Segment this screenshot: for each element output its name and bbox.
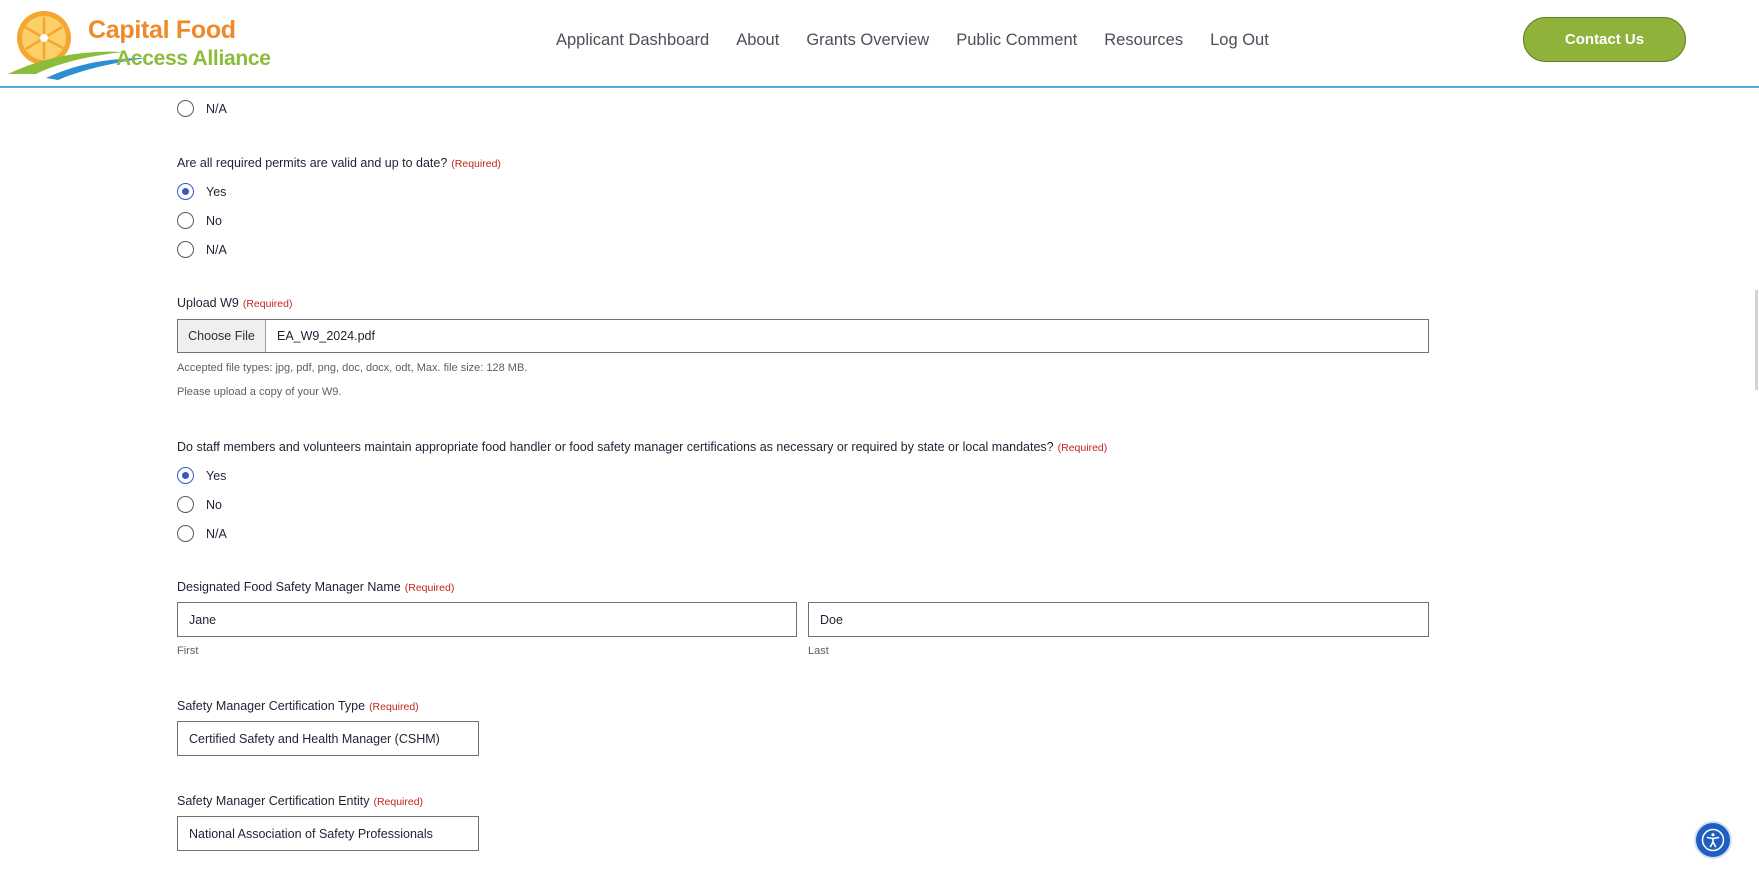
required-indicator: (Required) bbox=[373, 796, 424, 808]
nav-resources[interactable]: Resources bbox=[1104, 31, 1183, 50]
cert-type-input[interactable] bbox=[177, 721, 479, 756]
radio-option-permits-na[interactable]: N/A bbox=[177, 241, 227, 258]
logo-subtitle: Access Alliance bbox=[116, 47, 271, 70]
accessibility-button[interactable] bbox=[1694, 821, 1732, 859]
radio-button[interactable] bbox=[177, 241, 194, 258]
nav-about[interactable]: About bbox=[736, 31, 779, 50]
radio-label: No bbox=[206, 213, 222, 228]
required-indicator: (Required) bbox=[242, 298, 293, 310]
cert-entity-label: Safety Manager Certification Entity (Requ… bbox=[177, 794, 423, 808]
cert-entity-input[interactable] bbox=[177, 816, 479, 851]
nav-public-comment[interactable]: Public Comment bbox=[956, 31, 1077, 50]
nav-grants-overview[interactable]: Grants Overview bbox=[806, 31, 929, 50]
question-text: Designated Food Safety Manager Name bbox=[177, 580, 401, 594]
radio-option-cert-yes[interactable]: Yes bbox=[177, 467, 226, 484]
radio-label: N/A bbox=[206, 242, 227, 257]
radio-option-cert-no[interactable]: No bbox=[177, 496, 222, 513]
radio-label: N/A bbox=[206, 101, 227, 116]
radio-button[interactable] bbox=[177, 212, 194, 229]
contact-us-button[interactable]: Contact Us bbox=[1523, 17, 1686, 62]
selected-file-name: EA_W9_2024.pdf bbox=[277, 329, 375, 343]
radio-option-permits-no[interactable]: No bbox=[177, 212, 222, 229]
radio-button[interactable] bbox=[177, 496, 194, 513]
logo-title: Capital Food bbox=[88, 16, 236, 44]
w9-file-input[interactable]: Choose File EA_W9_2024.pdf bbox=[177, 319, 1429, 353]
site-logo[interactable]: Capital Food Access Alliance bbox=[6, 8, 276, 80]
first-name-sublabel: First bbox=[177, 645, 199, 657]
accessibility-person-icon bbox=[1701, 828, 1725, 852]
question-text: Are all required permits are valid and u… bbox=[177, 156, 448, 170]
radio-button[interactable] bbox=[177, 525, 194, 542]
certifications-question-label: Do staff members and volunteers maintain… bbox=[177, 440, 1107, 454]
main-nav: Applicant Dashboard About Grants Overvie… bbox=[556, 31, 1296, 50]
first-name-input[interactable] bbox=[177, 602, 797, 637]
question-text: Safety Manager Certification Entity bbox=[177, 794, 370, 808]
radio-label: No bbox=[206, 497, 222, 512]
application-form: N/A Are all required permits are valid a… bbox=[177, 0, 1429, 872]
last-name-sublabel: Last bbox=[808, 645, 829, 657]
radio-button[interactable] bbox=[177, 100, 194, 117]
required-indicator: (Required) bbox=[369, 701, 419, 713]
radio-option-permits-yes[interactable]: Yes bbox=[177, 183, 226, 200]
permits-question-label: Are all required permits are valid and u… bbox=[177, 156, 501, 170]
site-header: Capital Food Access Alliance Applicant D… bbox=[0, 0, 1759, 88]
cert-type-label: Safety Manager Certification Type (Requir… bbox=[177, 699, 419, 713]
radio-label: Yes bbox=[206, 184, 227, 199]
radio-option-prev-na[interactable]: N/A bbox=[177, 100, 227, 117]
required-indicator: (Required) bbox=[451, 158, 501, 170]
required-indicator: (Required) bbox=[404, 582, 455, 594]
question-text: Safety Manager Certification Type bbox=[177, 699, 366, 713]
w9-description: Please upload a copy of your W9. bbox=[177, 386, 342, 398]
nav-applicant-dashboard[interactable]: Applicant Dashboard bbox=[556, 31, 709, 50]
w9-accepted-types: Accepted file types: jpg, pdf, png, doc,… bbox=[177, 362, 528, 374]
nav-log-out[interactable]: Log Out bbox=[1210, 31, 1269, 50]
question-text: Upload W9 bbox=[177, 296, 239, 310]
last-name-input[interactable] bbox=[808, 602, 1429, 637]
radio-label: N/A bbox=[206, 526, 227, 541]
required-indicator: (Required) bbox=[1057, 442, 1108, 454]
radio-button[interactable] bbox=[177, 183, 194, 200]
page-scrollbar[interactable] bbox=[1755, 290, 1758, 390]
choose-file-button[interactable]: Choose File bbox=[178, 320, 266, 352]
w9-upload-label: Upload W9 (Required) bbox=[177, 296, 292, 310]
radio-button[interactable] bbox=[177, 467, 194, 484]
question-text: Do staff members and volunteers maintain… bbox=[177, 440, 1054, 454]
radio-label: Yes bbox=[206, 468, 227, 483]
radio-option-cert-na[interactable]: N/A bbox=[177, 525, 227, 542]
manager-name-label: Designated Food Safety Manager Name (Requ… bbox=[177, 580, 454, 594]
